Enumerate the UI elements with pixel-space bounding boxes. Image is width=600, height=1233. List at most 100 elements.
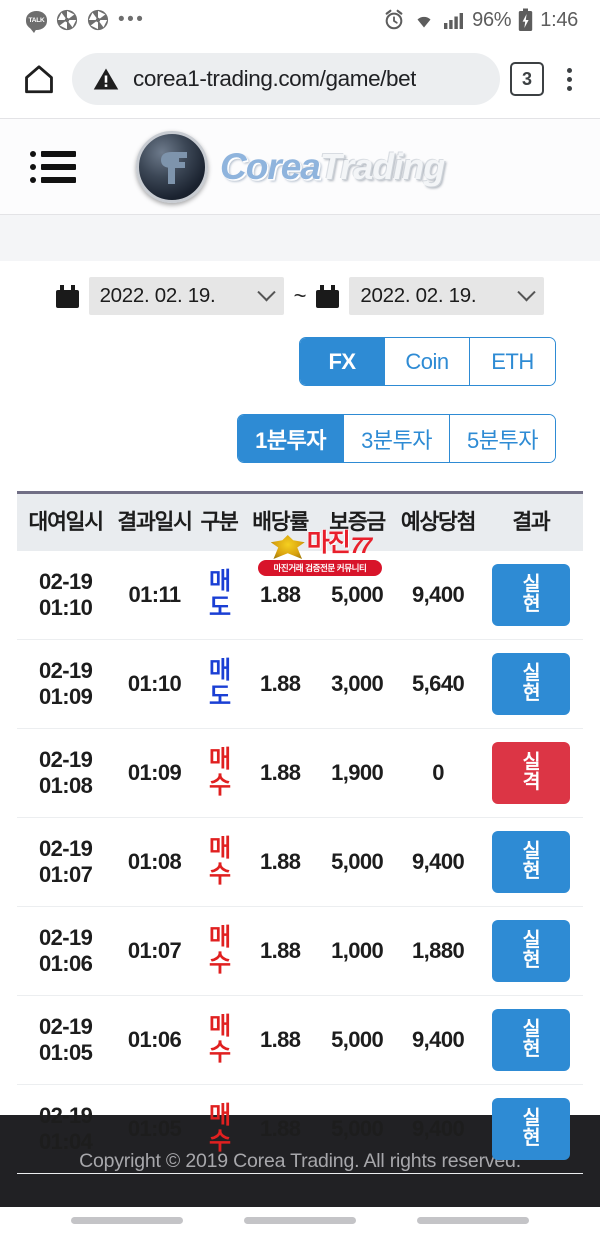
cell-result: 실현 (478, 817, 583, 908)
date-to-input[interactable]: 2022. 02. 19. (349, 277, 545, 315)
alarm-icon (385, 9, 403, 30)
result-badge[interactable]: 실격 (491, 742, 570, 805)
cell-deposit: 5,000 (316, 1084, 398, 1175)
tab-3min[interactable]: 3분투자 (344, 415, 451, 462)
cell-result-datetime: 01:07 (114, 906, 195, 997)
cell-lend-datetime: 02-19 01:05 (17, 995, 115, 1086)
cell-lend-datetime: 02-19 01:08 (17, 728, 115, 819)
side-label: 매도 (208, 656, 231, 711)
address-bar[interactable]: corea1-trading.com/game/bet (72, 53, 500, 105)
page-content: 2022. 02. 19. ~ 2022. 02. 19. FX Coin ET… (0, 215, 600, 1175)
table-row: 02-19 01:05 01:06 매 수 1.88 5,000 9,400 실 현 (17, 995, 583, 1086)
side-label: 매수 (208, 1012, 231, 1067)
hamburger-menu-icon[interactable] (30, 150, 76, 183)
cell-expected-win: 9,400 (397, 817, 479, 908)
cell-result-datetime: 01:10 (114, 639, 195, 730)
side-label: 매도 (208, 567, 231, 622)
tab-count-label: 3 (521, 68, 532, 89)
cell-side: 매수 (194, 817, 244, 908)
cell-expected-win: 5,640 (397, 639, 479, 730)
table-header-row: 대여일시 결과일시 구분 배당률 보증금 예상당첨 결과 (17, 491, 583, 552)
kebab-dot (566, 85, 572, 91)
hamburger-row (30, 163, 76, 170)
kebab-dot (566, 67, 572, 73)
phone-screen: TALK ••• 96% 1:46 corea1-trading.com/gam… (0, 0, 600, 1233)
date-range-separator: ~ (293, 283, 307, 308)
cell-deposit: 3,000 (316, 639, 398, 730)
nav-pill[interactable] (243, 1216, 356, 1224)
cell-deposit: 5,000 (316, 551, 398, 641)
nav-pill[interactable] (70, 1216, 183, 1224)
side-label: 매수 (208, 745, 231, 800)
tab-5min[interactable]: 5분투자 (450, 415, 555, 462)
tab-coin[interactable]: Coin (385, 338, 470, 385)
status-bar-app-icons: TALK ••• (26, 9, 145, 33)
date-to-value: 2022. 02. 19. (360, 284, 477, 307)
not-secure-warning-icon (93, 68, 119, 90)
kakaotalk-icon: TALK (26, 10, 47, 33)
table-row: 02-19 01:07 01:08 매 수 1.88 5,000 9,400 실 현 (17, 817, 583, 908)
browser-menu-button[interactable] (554, 67, 584, 91)
result-badge[interactable]: 실현 (491, 564, 570, 627)
system-navigation-bar (0, 1207, 600, 1233)
nav-pill[interactable] (417, 1216, 530, 1224)
calendar-icon (316, 284, 340, 308)
side-label: 매수 (208, 923, 231, 978)
battery-percent: 96% (472, 8, 512, 31)
status-bar-system-icons: 96% 1:46 (383, 8, 578, 32)
status-bar: TALK ••• 96% 1:46 (0, 0, 600, 40)
result-badge[interactable]: 실현 (491, 920, 570, 983)
column-header-result-datetime: 결과일시 (114, 491, 195, 552)
calendar-body (55, 289, 79, 308)
ct-monogram (161, 151, 187, 184)
site-logo[interactable]: Corea Trading (136, 130, 445, 203)
market-tab-row: FX Coin ETH (22, 337, 578, 386)
home-button[interactable] (16, 56, 62, 102)
result-badge[interactable]: 실현 (491, 1009, 570, 1072)
date-from-input[interactable]: 2022. 02. 19. (88, 277, 284, 315)
result-badge[interactable]: 실현 (491, 831, 570, 894)
column-header-expected-win: 예상당첨 (397, 491, 479, 552)
hamburger-dot (30, 150, 36, 157)
interval-tab-group: 1분투자 3분투자 5분투자 (237, 414, 556, 463)
cell-result-datetime: 01:05 (114, 1084, 195, 1175)
column-header-side: 구분 (194, 491, 244, 552)
table-head: 대여일시 결과일시 구분 배당률 보증금 예상당첨 결과 (17, 491, 583, 552)
tab-1min[interactable]: 1분투자 (238, 415, 345, 462)
chevron-down-icon (517, 282, 537, 301)
hamburger-row (30, 150, 76, 157)
result-badge[interactable]: 실현 (491, 1098, 570, 1161)
cell-lend-datetime: 02-19 01:10 (17, 551, 115, 641)
tab-fx[interactable]: FX (300, 338, 385, 385)
tab-eth[interactable]: ETH (470, 338, 555, 385)
side-label: 매수 (208, 1101, 231, 1156)
table-row: 02-19 01:10 01:11 매 도 1.88 5,000 9,400 실 현 (17, 551, 583, 641)
cell-result-datetime: 01:08 (114, 817, 195, 908)
kebab-dot (566, 76, 572, 82)
content-top-band (0, 215, 600, 261)
cell-expected-win: 9,400 (397, 995, 479, 1086)
cell-side: 매수 (194, 1084, 244, 1175)
calendar-icon (55, 284, 79, 308)
aperture-icon (56, 9, 78, 31)
cell-result-datetime: 01:06 (114, 995, 195, 1086)
cell-lend-datetime: 02-19 01:04 (17, 1084, 115, 1175)
cell-result-datetime: 01:09 (114, 728, 195, 819)
cell-result: 실격 (478, 728, 583, 819)
bet-history-table-wrapper: 대여일시 결과일시 구분 배당률 보증금 예상당첨 결과 02-19 01:10 0… (17, 491, 583, 1175)
cell-expected-win: 9,400 (397, 1084, 479, 1175)
battery-charging-icon (519, 8, 533, 31)
cell-side: 매도 (194, 639, 244, 730)
result-badge[interactable]: 실현 (491, 653, 570, 716)
home-icon (25, 65, 53, 94)
column-header-lend-datetime: 대여일시 (17, 491, 115, 552)
column-header-result: 결과 (478, 491, 583, 552)
date-range-row: 2022. 02. 19. ~ 2022. 02. 19. (22, 277, 578, 315)
cell-result: 실현 (478, 1084, 583, 1175)
hamburger-dot (30, 176, 36, 183)
tab-count-button[interactable]: 3 (510, 62, 544, 96)
ct-coin-logo-icon (136, 130, 208, 203)
cell-rate: 1.88 (243, 728, 317, 819)
cell-rate: 1.88 (243, 817, 317, 908)
cell-lend-datetime: 02-19 01:09 (17, 639, 115, 730)
